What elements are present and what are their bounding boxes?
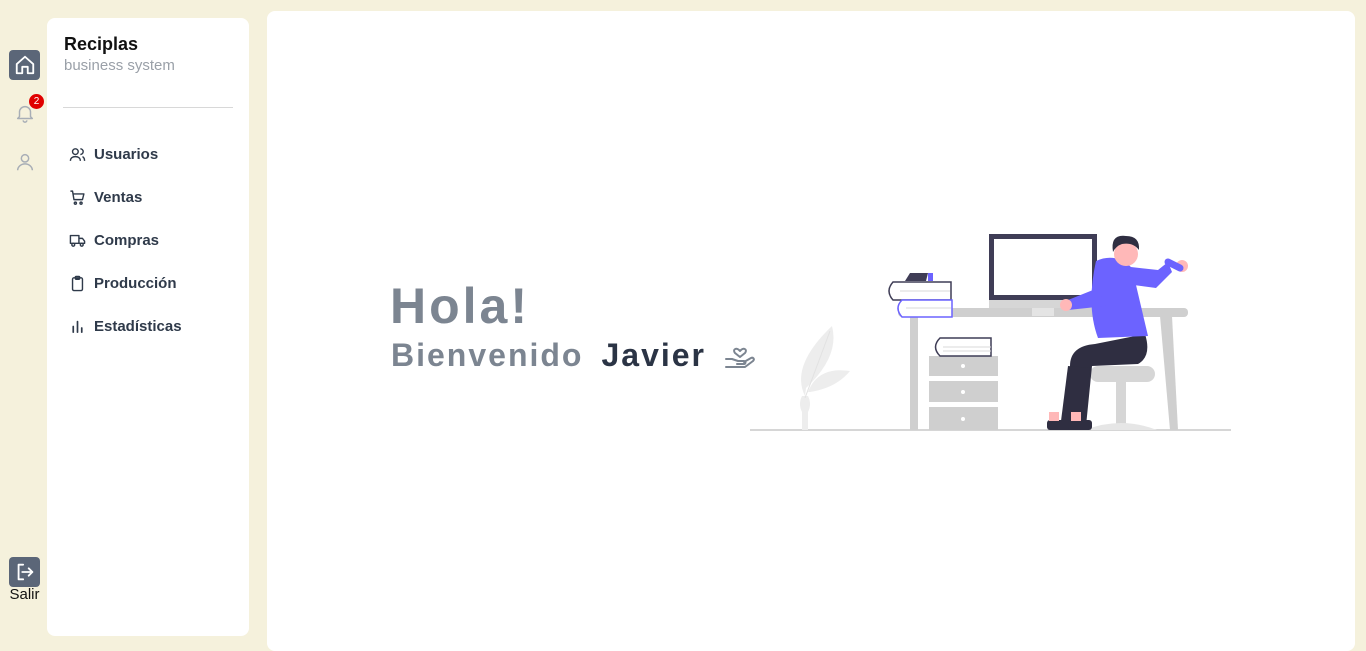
logout-icon	[17, 563, 33, 581]
users-icon	[69, 146, 86, 163]
welcome-text: Bienvenido	[391, 337, 584, 373]
sidebar-item-estadisticas[interactable]: Estadísticas	[69, 305, 182, 348]
sidebar-item-compras[interactable]: Compras	[69, 219, 182, 262]
sidebar-item-label: Ventas	[94, 189, 143, 206]
user-name: Javier	[601, 337, 706, 373]
main-panel: Hola! Bienvenido Javier	[267, 11, 1355, 651]
profile-button[interactable]	[9, 147, 40, 177]
sidebar-divider	[63, 107, 233, 108]
desk-illustration	[750, 234, 1231, 431]
brand-subtitle: business system	[64, 57, 175, 74]
welcome-line: Bienvenido Javier	[391, 337, 756, 374]
sidebar-item-label: Producción	[94, 275, 177, 292]
sidebar: Reciplas business system Usuarios Ventas…	[47, 18, 249, 636]
home-button[interactable]	[9, 50, 40, 80]
home-icon	[15, 55, 34, 75]
sidebar-item-produccion[interactable]: Producción	[69, 262, 182, 305]
logout-label[interactable]: Salir	[0, 586, 49, 603]
sidebar-item-ventas[interactable]: Ventas	[69, 176, 182, 219]
notification-badge: 2	[29, 94, 44, 109]
sidebar-item-label: Usuarios	[94, 146, 159, 163]
sidebar-item-label: Compras	[94, 232, 160, 249]
clipboard-icon	[69, 275, 86, 292]
sidebar-item-usuarios[interactable]: Usuarios	[69, 133, 182, 176]
sidebar-item-label: Estadísticas	[94, 318, 182, 335]
brand-title: Reciplas	[64, 34, 139, 54]
truck-icon	[69, 232, 86, 249]
logout-button[interactable]	[9, 557, 40, 587]
bar-chart-icon	[69, 318, 86, 335]
greeting-heading: Hola!	[390, 278, 530, 334]
sidebar-nav: Usuarios Ventas Compras Producción Estad…	[69, 133, 182, 348]
user-icon	[16, 153, 33, 171]
icon-rail: 2 Salir	[0, 0, 47, 643]
cart-icon	[69, 189, 86, 206]
